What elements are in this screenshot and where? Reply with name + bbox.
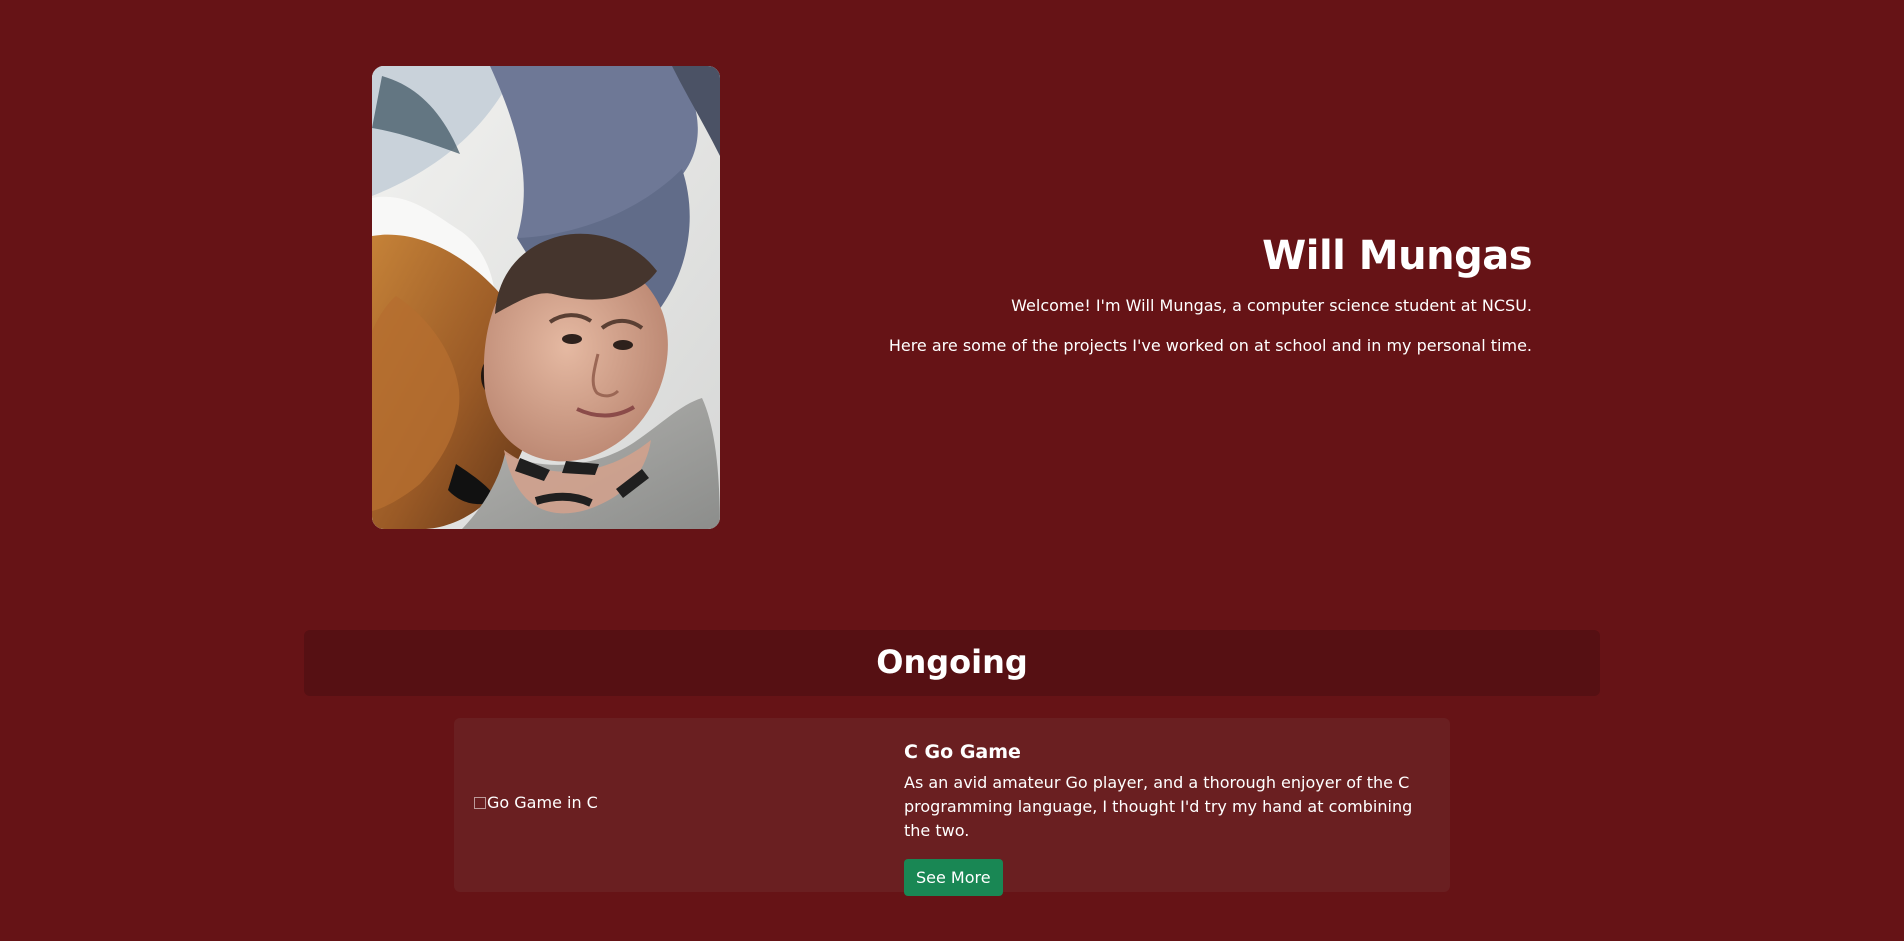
section-title: Ongoing: [876, 643, 1028, 681]
project-title: C Go Game: [904, 741, 1021, 763]
profile-photo-illustration: [372, 66, 720, 529]
intro-paragraph-welcome: Welcome! I'm Will Mungas, a computer sci…: [1011, 296, 1532, 315]
project-image: Go Game in C: [474, 793, 598, 812]
project-details: C Go Game As an avid amateur Go player, …: [904, 740, 1434, 896]
section-header: Ongoing: [304, 630, 1600, 696]
project-card-c-go-game: Go Game in C C Go Game As an avid amateu…: [454, 718, 1450, 896]
broken-image-icon: [474, 796, 486, 809]
profile-photo: [372, 66, 720, 529]
hero-section: Will Mungas Welcome! I'm Will Mungas, a …: [0, 0, 1904, 600]
project-image-alt-text: Go Game in C: [487, 793, 598, 812]
intro-paragraph-projects: Here are some of the projects I've worke…: [888, 336, 1532, 355]
project-description: As an avid amateur Go player, and a thor…: [904, 773, 1413, 840]
page-title: Will Mungas: [1262, 233, 1532, 279]
see-more-button[interactable]: See More: [904, 859, 1003, 896]
intro-block: Will Mungas Welcome! I'm Will Mungas, a …: [772, 228, 1533, 376]
